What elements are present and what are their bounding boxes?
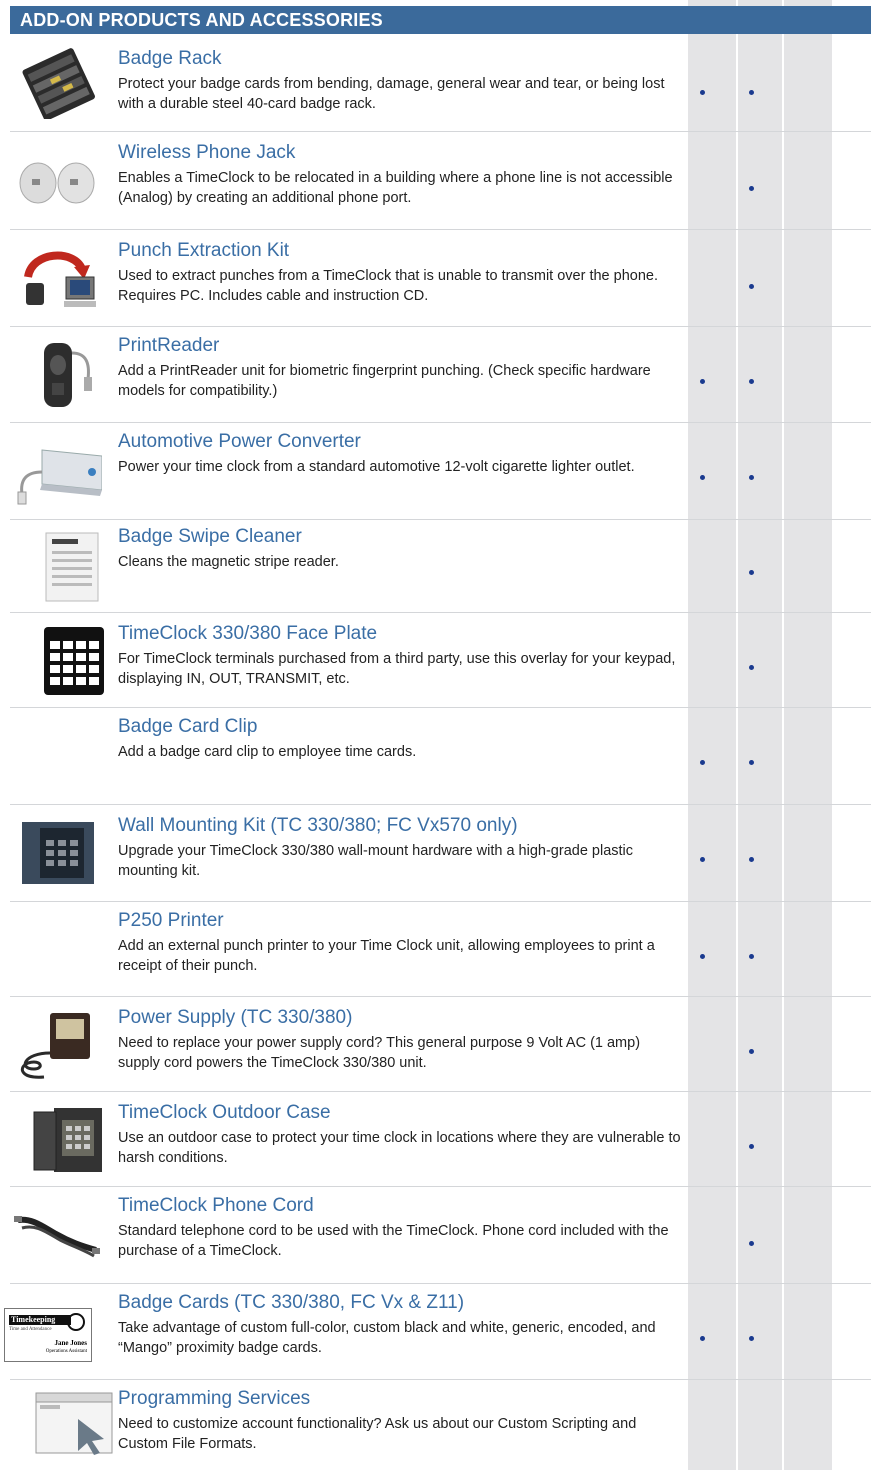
card-role: Operations Assistant [45, 1349, 87, 1354]
product-row: Wireless Phone Jack Enables a TimeClock t… [10, 132, 871, 230]
product-description: Add an external punch printer to your Ti… [118, 938, 655, 974]
feature-bullet-col1 [700, 1336, 705, 1341]
feature-bullet-col1 [700, 379, 705, 384]
product-title: Badge Cards (TC 330/380, FC Vx & Z11) [118, 1292, 465, 1313]
product-row: Badge Swipe Cleaner Cleans the magnetic s… [10, 520, 871, 613]
feature-bullet-col2 [749, 284, 754, 289]
product-description: Use an outdoor case to protect your time… [118, 1130, 681, 1166]
product-title: TimeClock Phone Cord [118, 1195, 314, 1216]
product-description: Need to customize account functionality?… [118, 1416, 637, 1452]
product-title: PrintReader [118, 335, 220, 356]
power-converter-icon [12, 436, 103, 508]
product-title: Wireless Phone Jack [118, 142, 296, 163]
card-brand: Timekeeping [9, 1315, 71, 1325]
product-row: Programming Services Need to customize ac… [10, 1380, 871, 1470]
feature-bullet-col2 [749, 90, 754, 95]
product-row: PrintReader Add a PrintReader unit for bi… [10, 327, 871, 423]
product-description: Enables a TimeClock to be relocated in a… [118, 170, 673, 206]
product-title: Badge Card Clip [118, 716, 258, 737]
feature-bullet-col1 [700, 90, 705, 95]
phone-jack-icon [14, 145, 104, 217]
section-header: ADD-ON PRODUCTS AND ACCESSORIES [10, 6, 871, 34]
feature-bullet-col2 [749, 1144, 754, 1149]
product-description: Upgrade your TimeClock 330/380 wall-moun… [118, 843, 634, 879]
fingerprint-reader-icon [20, 339, 110, 411]
feature-bullet-col2 [749, 475, 754, 480]
product-row: Timekeeping Time and Attendance Jane Jones… [4, 1284, 871, 1380]
product-row: Wall Mounting Kit (TC 330/380; FC Vx570 … [10, 805, 871, 902]
wall-mount-kit-icon [14, 818, 104, 890]
section-title: ADD-ON PRODUCTS AND ACCESSORIES [20, 10, 383, 30]
product-description: Cleans the magnetic stripe reader. [118, 554, 339, 570]
product-row: TimeClock 330/380 Face Plate For TimeCloc… [10, 613, 871, 708]
product-description: For TimeClock terminals purchased from a… [118, 651, 676, 687]
product-row: Badge Rack Protect your badge cards from … [10, 34, 871, 132]
phone-cord-icon [12, 1200, 102, 1272]
product-title: TimeClock Outdoor Case [118, 1102, 331, 1123]
product-title: Power Supply (TC 330/380) [118, 1007, 353, 1028]
product-title: P250 Printer [118, 910, 224, 931]
product-description: Take advantage of custom full-color, cus… [118, 1320, 656, 1356]
outdoor-case-icon [24, 1104, 114, 1176]
power-supply-icon [14, 1009, 104, 1081]
feature-bullet-col2 [749, 760, 754, 765]
extraction-kit-icon [14, 243, 104, 315]
card-tagline: Time and Attendance [9, 1327, 52, 1332]
product-description: Used to extract punches from a TimeClock… [118, 268, 658, 304]
feature-bullet-col2 [749, 379, 754, 384]
feature-bullet-col2 [749, 954, 754, 959]
product-title: Wall Mounting Kit (TC 330/380; FC Vx570 … [118, 815, 518, 836]
face-plate-icon [30, 625, 120, 697]
cleaner-packet-icon [28, 531, 118, 603]
product-description: Add a badge card clip to employee time c… [118, 744, 417, 760]
feature-bullet-col2 [749, 186, 754, 191]
product-description: Protect your badge cards from bending, d… [118, 76, 665, 112]
feature-bullet-col2 [749, 665, 754, 670]
product-title: Badge Swipe Cleaner [118, 526, 302, 547]
product-title: Badge Rack [118, 48, 222, 69]
product-row: Power Supply (TC 330/380) Need to replace… [10, 997, 871, 1092]
feature-bullet-col2 [749, 857, 754, 862]
product-row: Automotive Power Converter Power your tim… [10, 423, 871, 520]
feature-bullet-col2 [749, 1336, 754, 1341]
programming-window-icon [30, 1389, 120, 1461]
product-row: TimeClock Outdoor Case Use an outdoor cas… [10, 1092, 871, 1187]
product-description: Standard telephone cord to be used with … [118, 1223, 669, 1259]
product-title: TimeClock 330/380 Face Plate [118, 623, 378, 644]
product-row: P250 Printer Add an external punch printe… [10, 902, 871, 997]
product-description: Power your time clock from a standard au… [118, 459, 635, 475]
feature-bullet-col1 [700, 475, 705, 480]
feature-bullet-col2 [749, 1241, 754, 1246]
card-name: Jane Jones [54, 1339, 87, 1347]
feature-bullet-col1 [700, 954, 705, 959]
badge-card-icon: Timekeeping Time and Attendance Jane Jones… [4, 1296, 94, 1368]
product-description: Need to replace your power supply cord? … [118, 1035, 641, 1071]
feature-bullet-col1 [700, 857, 705, 862]
product-title: Automotive Power Converter [118, 431, 361, 452]
product-title: Programming Services [118, 1388, 311, 1409]
product-row: Badge Card Clip Add a badge card clip to … [10, 708, 871, 805]
product-row: TimeClock Phone Cord Standard telephone c… [10, 1187, 871, 1284]
product-description: Add a PrintReader unit for biometric fin… [118, 363, 651, 399]
product-title: Punch Extraction Kit [118, 240, 290, 261]
product-row: Punch Extraction Kit Used to extract punc… [10, 230, 871, 327]
badge-rack-icon [12, 47, 102, 121]
feature-bullet-col2 [749, 570, 754, 575]
feature-bullet-col2 [749, 1049, 754, 1054]
feature-bullet-col1 [700, 760, 705, 765]
